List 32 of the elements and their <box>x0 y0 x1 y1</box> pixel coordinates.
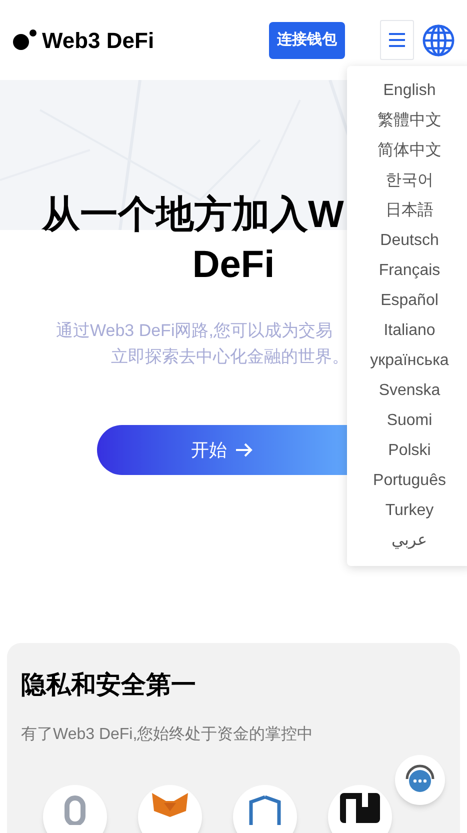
language-option[interactable]: Deutsch <box>380 226 439 256</box>
card-title: 隐私和安全第一 <box>21 670 197 701</box>
square-logo-icon <box>340 793 380 823</box>
language-option[interactable]: 日本語 <box>386 196 434 226</box>
start-button[interactable]: 开始 <box>97 425 347 475</box>
language-option[interactable]: Suomi <box>386 406 432 436</box>
language-option[interactable]: Turkey <box>385 496 434 526</box>
logo-text: Web3 DeFi <box>42 26 154 54</box>
language-option[interactable]: Português <box>373 466 446 496</box>
language-option[interactable]: 繁體中文 <box>378 106 442 136</box>
hero-subtitle: 通过Web3 DeFi网路,您可以成为交易 <box>55 320 334 342</box>
language-option[interactable]: Italiano <box>384 316 436 346</box>
language-option[interactable]: 한국어 <box>386 166 434 196</box>
connect-wallet-button[interactable]: 连接钱包 <box>269 22 345 58</box>
hero-title: DeFi <box>192 243 275 288</box>
globe-icon[interactable] <box>422 24 455 56</box>
language-option[interactable]: Svenska <box>378 376 440 406</box>
menu-button[interactable] <box>380 20 414 60</box>
menu-icon <box>389 33 405 47</box>
language-option[interactable]: 简体中文 <box>378 136 442 166</box>
language-option[interactable]: Polski <box>388 436 431 466</box>
logo-icon <box>12 29 38 51</box>
card-text: 有了Web3 DeFi,您始终处于资金的掌控中 <box>21 724 314 745</box>
language-option[interactable]: українська <box>370 346 449 376</box>
arrow-right-icon <box>235 442 253 458</box>
hero-title: 从一个地方加入W <box>40 193 345 238</box>
language-option[interactable]: Français <box>378 256 440 286</box>
language-option[interactable]: عربي <box>392 526 428 556</box>
fox-icon <box>150 793 190 817</box>
hero-subtitle: 立即探索去中心化金融的世界。 <box>110 346 347 368</box>
language-option[interactable]: Español <box>380 286 438 316</box>
language-option[interactable]: English <box>383 76 436 106</box>
